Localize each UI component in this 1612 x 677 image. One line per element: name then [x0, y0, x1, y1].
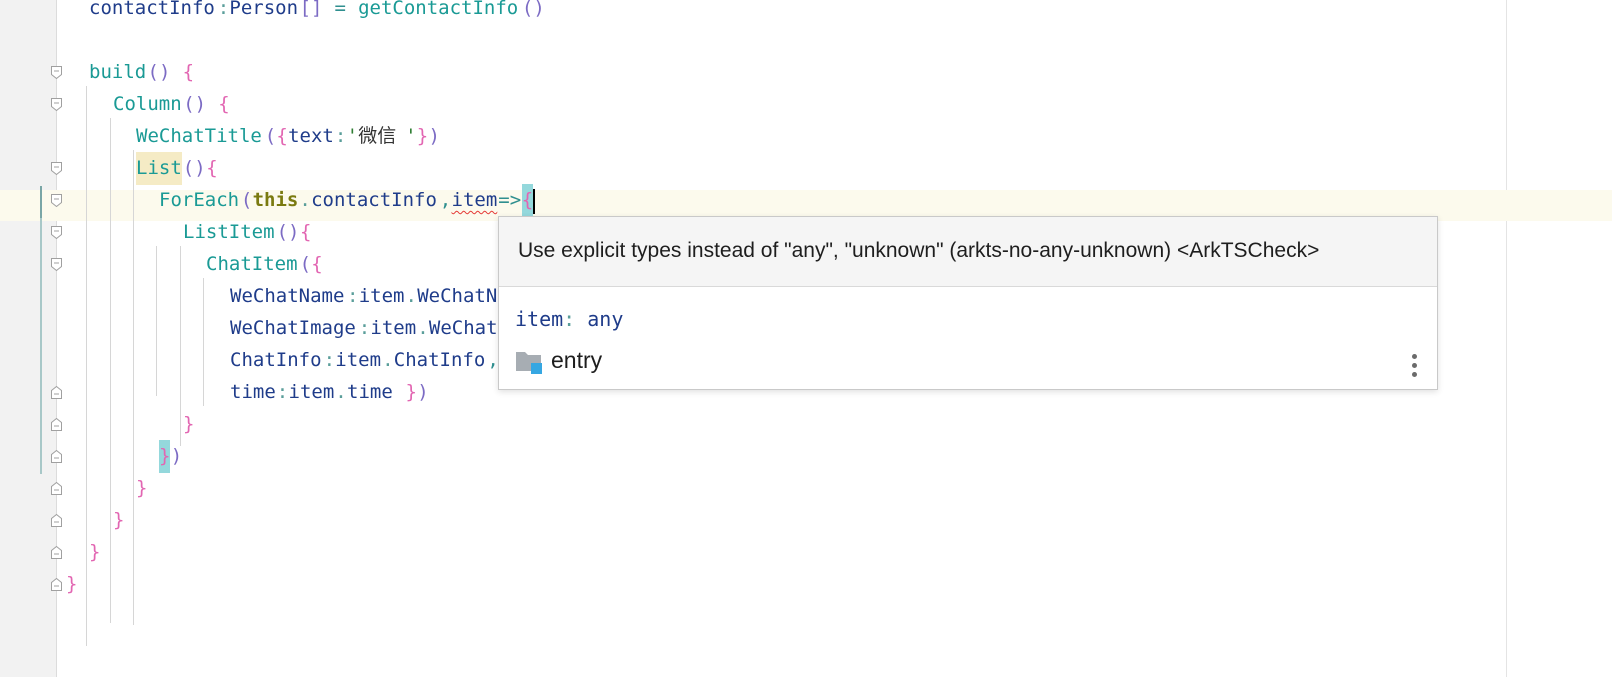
code-line[interactable]: Column() { — [0, 88, 1612, 121]
code-line[interactable]: List(){ — [0, 152, 1612, 185]
code-token: : — [323, 349, 336, 371]
code-token: : — [358, 317, 371, 339]
code-token: 微信 — [358, 125, 397, 147]
code-token: { — [311, 253, 323, 275]
code-token: () — [147, 61, 171, 83]
code-token: { — [300, 221, 312, 243]
code-token: : — [334, 125, 347, 147]
code-token: ChatItem — [206, 253, 298, 275]
module-name: entry — [551, 347, 603, 373]
code-token: item — [451, 189, 498, 211]
code-token: () — [276, 221, 300, 243]
code-token: { — [521, 184, 534, 217]
code-token: = — [323, 0, 358, 19]
code-token: { — [218, 93, 230, 115]
code-token: item — [335, 349, 382, 371]
code-line[interactable]: } — [0, 472, 1612, 505]
signature-type: any — [587, 307, 624, 331]
code-token: ForEach — [159, 189, 240, 211]
code-line[interactable] — [0, 24, 1612, 57]
signature-name: item — [515, 307, 564, 331]
code-line[interactable]: } — [0, 568, 1612, 601]
code-token: => — [498, 189, 522, 211]
code-token: { — [276, 125, 288, 147]
code-token: item — [288, 381, 335, 403]
code-token: () — [521, 0, 545, 19]
code-token: text — [288, 125, 334, 147]
inspection-message: Use explicit types instead of "any", "un… — [518, 239, 1320, 262]
code-token: . — [335, 381, 347, 403]
type-signature: item: any — [515, 307, 623, 331]
code-token: , — [439, 189, 452, 211]
code-token: time — [347, 381, 393, 403]
code-token: ' — [405, 125, 417, 147]
code-token: } — [416, 125, 429, 147]
code-token: : — [217, 0, 230, 19]
code-line[interactable]: } — [0, 408, 1612, 441]
inspection-popup: Use explicit types instead of "any", "un… — [498, 216, 1438, 390]
code-token: ) — [428, 125, 440, 147]
code-token: . — [405, 285, 417, 307]
code-token: } — [89, 541, 101, 563]
code-token: getContactInfo — [358, 0, 519, 19]
code-token: . — [417, 317, 429, 339]
code-token: build — [89, 61, 147, 83]
code-token: this — [252, 189, 299, 211]
code-token: . — [299, 189, 311, 211]
code-token: } — [113, 509, 125, 531]
code-token: ) — [170, 445, 183, 467]
code-token: : — [347, 285, 359, 307]
code-token: List — [136, 152, 182, 185]
code-token: ListItem — [183, 221, 275, 243]
code-token: WeChatImage — [230, 317, 356, 339]
code-token: ChatInfo — [230, 349, 322, 371]
code-line[interactable]: contactInfo: Person[] = getContactInfo() — [0, 0, 1612, 25]
code-token: WeChat — [428, 317, 498, 339]
text-caret — [533, 189, 535, 214]
more-vertical-icon[interactable] — [1402, 352, 1426, 382]
popup-header: Use explicit types instead of "any", "un… — [499, 217, 1437, 287]
code-token: item — [370, 317, 417, 339]
code-token: ) — [417, 381, 429, 403]
code-token: } — [66, 573, 78, 595]
module-folder-icon — [516, 352, 542, 374]
code-token: } — [159, 440, 171, 473]
code-token: contactInfo — [89, 0, 215, 19]
code-token: contactInfo — [311, 189, 437, 211]
code-token: item — [358, 285, 405, 307]
code-token: ( — [264, 125, 277, 147]
code-token: } — [183, 413, 195, 435]
code-line[interactable]: build() { — [0, 56, 1612, 89]
code-line[interactable]: } — [0, 536, 1612, 569]
code-token: time — [230, 381, 276, 403]
code-token: () — [182, 157, 206, 179]
code-line[interactable]: } — [0, 504, 1612, 537]
code-token: ChatInfo — [393, 349, 486, 371]
code-token: } — [405, 381, 417, 403]
code-token: . — [382, 349, 394, 371]
code-token: Column — [113, 93, 182, 115]
code-token: { — [206, 157, 218, 179]
code-token: { — [182, 61, 195, 83]
code-token: ' — [346, 125, 359, 147]
code-token: ( — [299, 253, 312, 275]
code-token: Person — [229, 0, 299, 19]
code-token: : — [276, 381, 289, 403]
code-line[interactable]: WeChatTitle({text: ' 微信 '}) — [0, 120, 1612, 153]
code-token: WeChatN — [417, 285, 498, 307]
code-token: ( — [240, 189, 253, 211]
code-token: () — [183, 93, 207, 115]
code-token: WeChatName — [230, 285, 345, 307]
code-token: } — [136, 477, 148, 499]
code-token: [] — [299, 0, 323, 19]
code-line[interactable]: }) — [0, 440, 1612, 473]
code-line[interactable]: ForEach(this. contactInfo, item =>{ — [0, 184, 1612, 217]
code-token: WeChatTitle — [136, 125, 262, 147]
signature-colon: : — [563, 307, 576, 331]
